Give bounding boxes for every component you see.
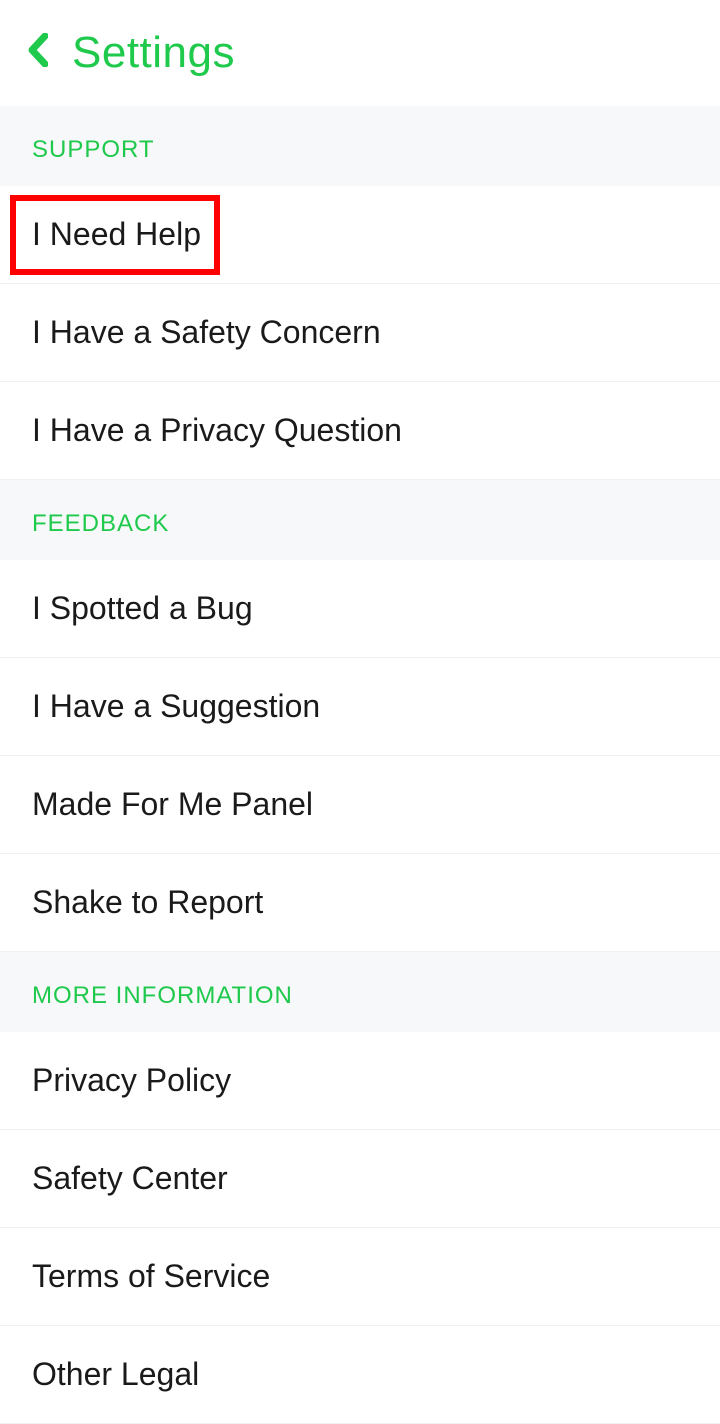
list-item-label: I Have a Suggestion xyxy=(32,688,320,724)
section-header-more-info: MORE INFORMATION xyxy=(0,952,720,1032)
list-item-privacy-policy[interactable]: Privacy Policy xyxy=(0,1032,720,1130)
list-item-label: I Need Help xyxy=(32,216,201,252)
list-item-privacy-question[interactable]: I Have a Privacy Question xyxy=(0,382,720,480)
list-item-label: Privacy Policy xyxy=(32,1062,231,1098)
list-item-label: Terms of Service xyxy=(32,1258,270,1294)
list-item-label: Safety Center xyxy=(32,1160,228,1196)
list-item-safety-center[interactable]: Safety Center xyxy=(0,1130,720,1228)
list-item-label: Shake to Report xyxy=(32,884,263,920)
list-item-spotted-bug[interactable]: I Spotted a Bug xyxy=(0,560,720,658)
list-item-other-legal[interactable]: Other Legal xyxy=(0,1326,720,1424)
list-item-suggestion[interactable]: I Have a Suggestion xyxy=(0,658,720,756)
section-header-feedback: FEEDBACK xyxy=(0,480,720,560)
list-item-label: Other Legal xyxy=(32,1356,199,1392)
list-item-shake-to-report[interactable]: Shake to Report xyxy=(0,854,720,952)
back-icon[interactable] xyxy=(28,33,48,74)
list-item-i-need-help[interactable]: I Need Help xyxy=(0,186,720,284)
list-item-terms-of-service[interactable]: Terms of Service xyxy=(0,1228,720,1326)
list-item-made-for-me[interactable]: Made For Me Panel xyxy=(0,756,720,854)
section-header-support: SUPPORT xyxy=(0,106,720,186)
page-title: Settings xyxy=(72,28,235,78)
list-item-label: I Spotted a Bug xyxy=(32,590,253,626)
list-item-label: Made For Me Panel xyxy=(32,786,313,822)
list-item-safety-concern[interactable]: I Have a Safety Concern xyxy=(0,284,720,382)
list-item-label: I Have a Privacy Question xyxy=(32,412,402,448)
settings-header: Settings xyxy=(0,0,720,106)
list-item-label: I Have a Safety Concern xyxy=(32,314,381,350)
